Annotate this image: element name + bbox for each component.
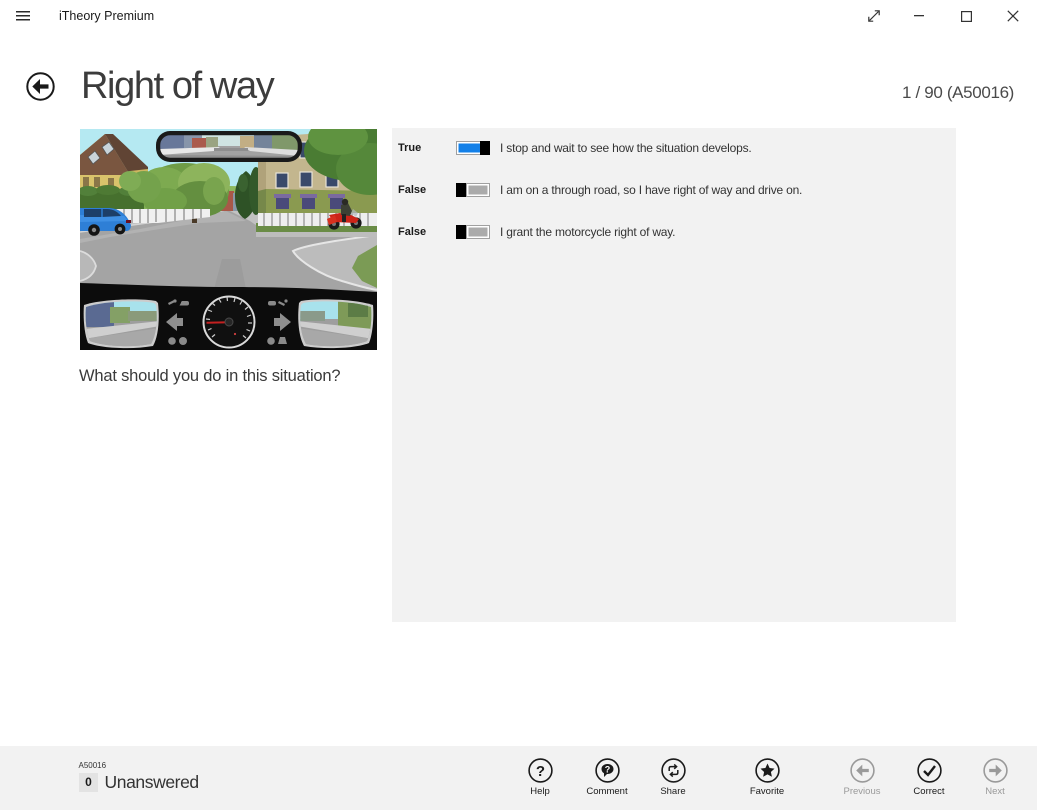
svg-text:?: ? (604, 765, 610, 775)
svg-text:?: ? (535, 763, 544, 780)
